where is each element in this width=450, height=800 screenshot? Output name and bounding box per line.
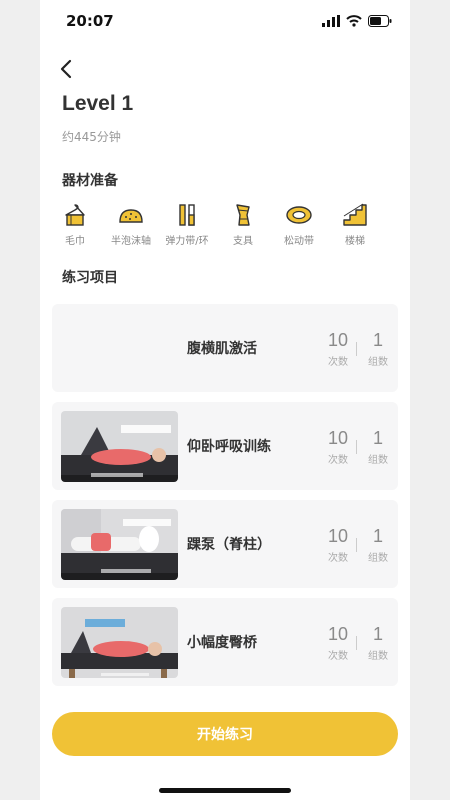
sets-value: 1 — [372, 428, 383, 448]
equipment-item-band: 弹力带/环 — [158, 202, 216, 247]
home-indicator — [159, 788, 291, 793]
reps-value: 10 — [327, 624, 349, 644]
stat-divider — [356, 538, 357, 552]
reps-unit: 次数 — [328, 651, 348, 662]
sets-unit: 组数 — [368, 553, 388, 564]
exercise-card[interactable]: 踝泵（脊柱） 10 次数 1 组数 — [52, 500, 398, 588]
equipment-label: 支具 — [233, 236, 253, 247]
stairs-icon — [343, 203, 367, 226]
sets-value: 1 — [372, 526, 383, 546]
reps-stat: 10 次数 — [320, 624, 356, 662]
battery-icon — [368, 15, 392, 27]
sets-stat: 1 组数 — [360, 624, 396, 662]
reps-unit: 次数 — [328, 553, 348, 564]
towel-icon — [65, 204, 85, 226]
sets-stat: 1 组数 — [360, 330, 396, 368]
start-practice-button[interactable]: 开始练习 — [52, 712, 398, 756]
exercise-name: 腹横肌激活 — [187, 341, 257, 357]
back-button[interactable] — [54, 56, 80, 82]
equipment-label: 弹力带/环 — [165, 236, 209, 247]
chevron-left-icon — [60, 59, 72, 79]
equipment-list: 毛巾 半泡沫轴 弹力带/环 支具 松动带 楼梯 — [58, 202, 398, 254]
equipment-item-towel: 毛巾 — [46, 202, 104, 247]
equipment-label: 松动带 — [284, 236, 314, 247]
sets-value: 1 — [372, 330, 383, 350]
equipment-item-brace: 支具 — [214, 202, 272, 247]
sets-unit: 组数 — [368, 651, 388, 662]
reps-value: 10 — [327, 428, 349, 448]
reps-stat: 10 次数 — [320, 330, 356, 368]
exercise-name: 仰卧呼吸训练 — [187, 439, 271, 455]
reps-unit: 次数 — [328, 357, 348, 368]
signal-icon — [322, 15, 340, 27]
phone-screen: 20:07 Level 1 约445分钟 器材准备 毛巾 半泡沫轴 弹力带/环 … — [40, 0, 410, 800]
stat-divider — [356, 342, 357, 356]
reps-unit: 次数 — [328, 455, 348, 466]
exercise-card[interactable]: 腹横肌激活 10 次数 1 组数 — [52, 304, 398, 392]
exercise-thumbnail — [61, 411, 178, 482]
equipment-item-stairs: 楼梯 — [326, 202, 384, 247]
equipment-section-title: 器材准备 — [62, 173, 118, 189]
reps-value: 10 — [327, 330, 349, 350]
stat-divider — [356, 636, 357, 650]
exercise-card[interactable]: 小幅度臀桥 10 次数 1 组数 — [52, 598, 398, 686]
status-time: 20:07 — [66, 12, 114, 30]
equipment-label: 毛巾 — [65, 236, 85, 247]
wifi-icon — [346, 15, 362, 27]
sets-stat: 1 组数 — [360, 526, 396, 564]
status-bar: 20:07 — [40, 0, 410, 44]
brace-icon — [236, 204, 250, 226]
equipment-item-foam-roller: 半泡沫轴 — [102, 202, 160, 247]
status-icons — [322, 14, 392, 28]
reps-stat: 10 次数 — [320, 526, 356, 564]
exercise-card[interactable]: 仰卧呼吸训练 10 次数 1 组数 — [52, 402, 398, 490]
equipment-item-mobility-belt: 松动带 — [270, 202, 328, 247]
sets-unit: 组数 — [368, 357, 388, 368]
foam-roller-icon — [119, 209, 143, 223]
duration-text: 约445分钟 — [62, 130, 121, 144]
sets-stat: 1 组数 — [360, 428, 396, 466]
equipment-label: 楼梯 — [345, 236, 365, 247]
sets-value: 1 — [372, 624, 383, 644]
reps-value: 10 — [327, 526, 349, 546]
exercise-name: 踝泵（脊柱） — [187, 537, 271, 553]
exercises-section-title: 练习项目 — [62, 270, 118, 286]
exercise-thumbnail — [61, 509, 178, 580]
equipment-label: 半泡沫轴 — [111, 236, 151, 247]
reps-stat: 10 次数 — [320, 428, 356, 466]
sets-unit: 组数 — [368, 455, 388, 466]
stat-divider — [356, 440, 357, 454]
resistance-band-icon — [179, 204, 195, 226]
mobility-belt-icon — [286, 206, 312, 224]
page-title: Level 1 — [62, 92, 134, 115]
exercise-name: 小幅度臀桥 — [187, 635, 257, 651]
exercise-thumbnail — [61, 607, 178, 678]
